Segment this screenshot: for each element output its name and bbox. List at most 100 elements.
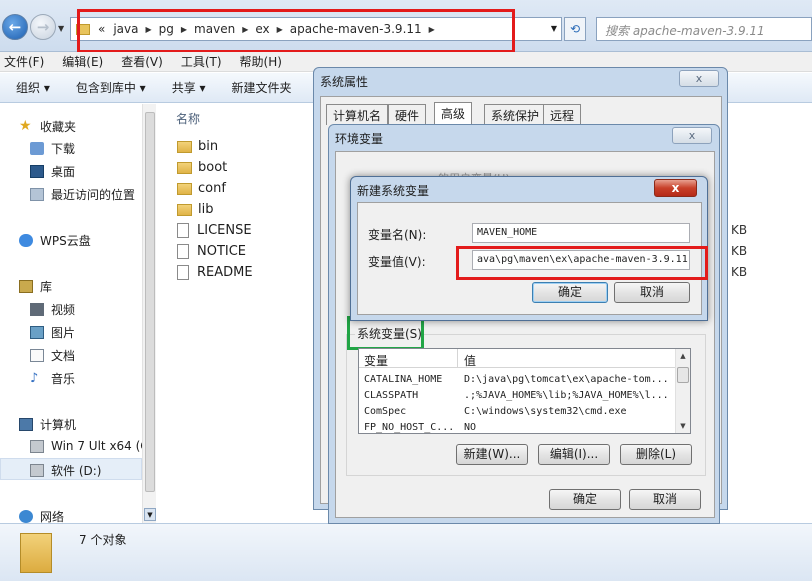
highlight-address-box [77, 9, 515, 53]
file-item[interactable]: bin [177, 139, 218, 154]
search-input[interactable]: 搜索 apache-maven-3.9.11 [596, 17, 812, 41]
scroll-up-icon[interactable]: ▲ [677, 350, 689, 362]
recent-pages-dropdown[interactable]: ▼ [58, 24, 64, 33]
scrollbar-thumb[interactable] [145, 112, 155, 492]
file-item[interactable]: conf [177, 181, 226, 196]
variable-value: C:\windows\system32\cmd.exe [464, 406, 627, 417]
details-pane: 7 个对象 [0, 523, 812, 581]
table-row[interactable]: ComSpec C:\windows\system32\cmd.exe [359, 406, 677, 422]
nav-favorites[interactable]: ★ 收藏夹 [19, 118, 76, 135]
tab-hardware[interactable]: 硬件 [388, 104, 427, 125]
menu-tools[interactable]: 工具(T) [181, 53, 222, 70]
nav-desktop[interactable]: 桌面 [30, 163, 75, 180]
variable-name: FP_NO_HOST_C... [364, 422, 455, 433]
refresh-button[interactable]: ⟲ [564, 17, 586, 41]
cancel-button[interactable]: 取消 [614, 282, 690, 303]
nav-label: 文档 [51, 349, 76, 363]
column-value[interactable]: 值 [464, 352, 476, 369]
desktop-icon [30, 165, 44, 178]
library-icon [19, 280, 33, 293]
edit-variable-button[interactable]: 编辑(I)... [538, 444, 610, 465]
nav-drive-c[interactable]: Win 7 Ult x64 (C [30, 439, 149, 453]
file-name: conf [198, 181, 226, 196]
variable-value: NO [464, 422, 477, 433]
tab-system-protection[interactable]: 系统保护 [484, 104, 547, 125]
video-icon [30, 303, 44, 316]
list-scrollbar[interactable]: ▲ ▼ [675, 349, 690, 433]
nav-downloads[interactable]: 下载 [30, 140, 75, 157]
file-item[interactable]: boot [177, 160, 227, 175]
scrollbar-thumb[interactable] [677, 367, 689, 383]
file-name: boot [198, 160, 228, 175]
star-icon: ★ [19, 118, 32, 134]
file-item[interactable]: README [177, 265, 253, 280]
file-name: bin [198, 139, 219, 154]
folder-icon [177, 182, 192, 195]
tab-advanced[interactable]: 高级 [434, 102, 473, 126]
nav-label: 视频 [51, 303, 76, 317]
nav-music[interactable]: ♪ 音乐 [30, 370, 75, 387]
new-variable-button[interactable]: 新建(W)... [456, 444, 528, 465]
nav-scrollbar[interactable]: ▼ [142, 104, 156, 523]
nav-label: Win 7 Ult x64 (C [51, 439, 149, 453]
column-header-name[interactable]: 名称 [176, 110, 200, 127]
variable-value-label: 变量值(V): [368, 255, 426, 269]
close-button[interactable]: x [654, 179, 697, 197]
tab-computer-name[interactable]: 计算机名 [326, 104, 389, 125]
file-name: NOTICE [197, 244, 247, 259]
nav-libraries[interactable]: 库 [19, 278, 52, 295]
organize-button[interactable]: 组织 ▾ [16, 79, 50, 96]
menu-help[interactable]: 帮助(H) [240, 53, 282, 70]
navigation-pane: ★ 收藏夹 下载 桌面 最近访问的位置 WPS云盘 库 视频 图片 文档 ♪ 音… [0, 104, 156, 524]
computer-icon [19, 418, 33, 431]
table-row[interactable]: CLASSPATH .;%JAVA_HOME%\lib;%JAVA_HOME%\… [359, 390, 677, 406]
forward-button[interactable]: → [30, 14, 56, 40]
nav-label: 桌面 [51, 165, 76, 179]
back-button[interactable]: ← [2, 14, 28, 40]
variable-name-field[interactable]: MAVEN_HOME [472, 223, 690, 243]
nav-wps-cloud[interactable]: WPS云盘 [19, 232, 91, 249]
nav-computer[interactable]: 计算机 [19, 416, 76, 433]
menu-view[interactable]: 查看(V) [121, 53, 163, 70]
cancel-button[interactable]: 取消 [629, 489, 701, 510]
file-item[interactable]: NOTICE [177, 244, 246, 259]
nav-videos[interactable]: 视频 [30, 301, 75, 318]
nav-label: WPS云盘 [40, 234, 91, 248]
close-button[interactable]: x [679, 70, 719, 87]
nav-label: 下载 [51, 142, 76, 156]
variable-value: .;%JAVA_HOME%\lib;%JAVA_HOME%\l... [464, 390, 669, 401]
nav-drive-d[interactable]: 软件 (D:) [30, 462, 101, 479]
column-divider [457, 349, 458, 368]
file-name: README [197, 265, 253, 280]
folder-icon [177, 140, 192, 153]
menu-edit[interactable]: 编辑(E) [62, 53, 103, 70]
ok-button[interactable]: 确定 [532, 282, 608, 303]
table-row[interactable]: CATALINA_HOME D:\java\pg\tomcat\ex\apach… [359, 374, 677, 390]
highlight-system-vars [347, 316, 424, 350]
nav-recent[interactable]: 最近访问的位置 [30, 186, 135, 203]
file-item[interactable]: LICENSE [177, 223, 252, 238]
delete-variable-button[interactable]: 删除(L) [620, 444, 692, 465]
chevron-down-icon[interactable]: ▼ [551, 24, 557, 33]
scroll-down-icon[interactable]: ▼ [144, 508, 156, 521]
share-button[interactable]: 共享 ▾ [172, 79, 206, 96]
variable-value: D:\java\pg\tomcat\ex\apache-tom... [464, 374, 669, 385]
nav-label: 收藏夹 [40, 120, 77, 134]
include-in-library-button[interactable]: 包含到库中 ▾ [76, 79, 146, 96]
system-variables-list[interactable]: 变量 值 CATALINA_HOME D:\java\pg\tomcat\ex\… [358, 348, 691, 434]
recent-places-icon [30, 188, 44, 201]
column-variable[interactable]: 变量 [364, 352, 388, 369]
new-folder-button[interactable]: 新建文件夹 [232, 79, 292, 96]
nav-pictures[interactable]: 图片 [30, 324, 75, 341]
file-item[interactable]: lib [177, 202, 213, 217]
table-row[interactable]: FP_NO_HOST_C... NO [359, 422, 677, 433]
cloud-icon [19, 234, 33, 247]
menu-file[interactable]: 文件(F) [4, 53, 44, 70]
close-button[interactable]: x [672, 127, 712, 144]
file-size: KB [731, 265, 748, 279]
nav-documents[interactable]: 文档 [30, 347, 75, 364]
tab-remote[interactable]: 远程 [543, 104, 582, 125]
item-count: 7 个对象 [79, 533, 127, 547]
ok-button[interactable]: 确定 [549, 489, 621, 510]
scroll-down-icon[interactable]: ▼ [677, 420, 689, 432]
